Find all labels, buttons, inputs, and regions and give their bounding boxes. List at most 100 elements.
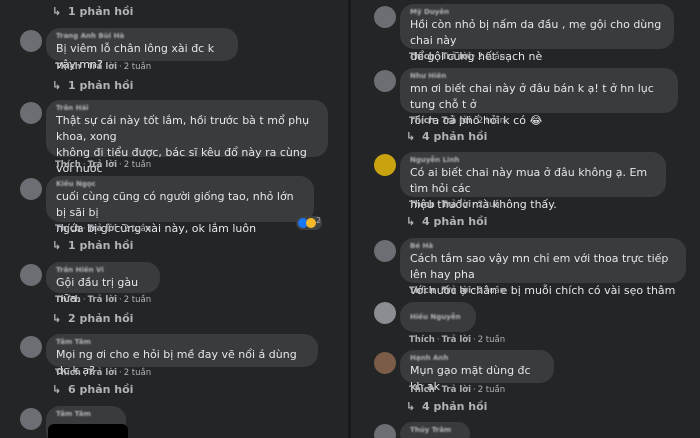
comment-actions: Thích · Trả lời · 2 tuần <box>55 62 152 72</box>
reply-button[interactable]: Trả lời <box>442 335 471 345</box>
comment-actions: Thích · Trả lời · 2 tuần <box>409 116 506 126</box>
replies-label: 4 phản hồi <box>422 400 488 413</box>
comment-time[interactable]: 2 tuần <box>124 368 151 378</box>
commenter-name[interactable]: Mỹ Duyên <box>410 8 664 17</box>
avatar[interactable] <box>374 302 396 324</box>
reaction-summary[interactable]: 2 <box>296 216 322 230</box>
comment-actions: Thích · Trả lời · 2 tuần <box>409 200 506 210</box>
like-button[interactable]: Thích <box>409 116 435 126</box>
reply-arrow-icon: ↳ <box>52 239 62 252</box>
comment-bubble: Kiều Ngọc cuối cùng cũng có người giống … <box>46 176 314 235</box>
comment-time[interactable]: 2 tuần <box>478 385 505 395</box>
view-replies-link[interactable]: ↳ 6 phản hồi <box>52 383 133 396</box>
comment-actions: Thích · Trả lời · 2 tuần <box>55 160 152 170</box>
comment-time[interactable]: 2 tuần <box>478 116 505 126</box>
avatar[interactable] <box>20 30 42 52</box>
like-button[interactable]: Thích <box>55 62 81 72</box>
avatar[interactable] <box>20 408 42 430</box>
comment-actions: Thích · Trả lời · 2 tuần <box>409 335 506 345</box>
commenter-name[interactable]: Tâm Tâm <box>56 338 308 347</box>
reply-arrow-icon: ↳ <box>406 400 416 413</box>
reply-button[interactable]: Trả lời <box>442 200 471 210</box>
reply-button[interactable]: Trả lời <box>442 52 471 62</box>
comment-time[interactable]: 2 tuần <box>124 160 151 170</box>
avatar[interactable] <box>374 6 396 28</box>
comment-bubble: Mỹ Duyên Hồi còn nhỏ bị nấm da đầu , mẹ … <box>400 4 674 63</box>
reply-button[interactable]: Trả lời <box>88 160 117 170</box>
attached-image[interactable] <box>48 424 128 438</box>
comment-actions: Thích · Trả lời · 2 tuần <box>55 224 152 234</box>
reply-button[interactable]: Trả lời <box>88 62 117 72</box>
commenter-name[interactable]: Tâm Tâm <box>56 410 116 419</box>
commenter-name[interactable]: Nguyễn Linh <box>410 156 656 165</box>
like-button[interactable]: Thích <box>55 160 81 170</box>
view-replies-link[interactable]: ↳ 4 phản hồi <box>406 400 487 413</box>
like-button[interactable]: Thích <box>55 368 81 378</box>
avatar[interactable] <box>20 336 42 358</box>
reply-button[interactable]: Trả lời <box>442 116 471 126</box>
reply-arrow-icon: ↳ <box>52 5 62 18</box>
view-replies-link[interactable]: ↳ 2 phản hồi <box>52 312 133 325</box>
reply-arrow-icon: ↳ <box>52 312 62 325</box>
reply-button[interactable]: Trả lời <box>88 295 117 305</box>
like-button[interactable]: Thích <box>55 295 81 305</box>
commenter-name[interactable]: Bé Hà <box>410 242 676 251</box>
commenter-name[interactable]: Hạnh Anh <box>410 354 544 363</box>
commenter-name[interactable]: Trần Hải <box>56 104 318 113</box>
view-replies-link[interactable]: ↳ 4 phản hồi <box>406 130 487 143</box>
comment-bubble: Thúy Trâm <box>400 422 470 438</box>
like-button[interactable]: Thích <box>409 335 435 345</box>
commenter-name[interactable]: Trần Hiền Vi <box>56 266 150 275</box>
comment-time[interactable]: 2 tuần <box>478 286 505 296</box>
reply-button[interactable]: Trả lời <box>442 385 471 395</box>
avatar[interactable] <box>374 352 396 374</box>
panel-divider <box>348 0 351 438</box>
commenter-name[interactable]: Hiếu Nguyễn <box>410 313 466 322</box>
comment-bubble: Trần Hải Thật sự cái này tốt lắm, hồi tr… <box>46 100 328 191</box>
comment-time[interactable]: 2 tuần <box>478 335 505 345</box>
avatar[interactable] <box>374 240 396 262</box>
reaction-count: 2 <box>316 216 322 225</box>
like-button[interactable]: Thích <box>409 385 435 395</box>
comment-actions: Thích · Trả lời · 2 tuần <box>55 368 152 378</box>
commenter-name[interactable]: Trang Anh Bùi Hà <box>56 32 228 41</box>
avatar[interactable] <box>20 178 42 200</box>
reply-button[interactable]: Trả lời <box>88 368 117 378</box>
view-replies-link[interactable]: ↳ 1 phản hồi <box>52 239 133 252</box>
view-replies-link[interactable]: ↳ 1 phản hồi <box>52 5 133 18</box>
like-button[interactable]: Thích <box>409 286 435 296</box>
commenter-name[interactable]: Như Hiền <box>410 72 668 81</box>
comment-actions: Thích · Trả lời · 2 tuần <box>409 385 506 395</box>
laughing-emoji: 😂 <box>529 114 543 127</box>
replies-label: 2 phản hồi <box>68 312 134 325</box>
avatar[interactable] <box>20 102 42 124</box>
avatar[interactable] <box>374 154 396 176</box>
reply-arrow-icon: ↳ <box>52 383 62 396</box>
comment-time[interactable]: 2 tuần <box>478 200 505 210</box>
commenter-name[interactable]: Kiều Ngọc <box>56 180 304 189</box>
like-button[interactable]: Thích <box>55 224 81 234</box>
comment-time[interactable]: 2 tuần <box>478 52 505 62</box>
comment-time[interactable]: 2 tuần <box>124 62 151 72</box>
reply-button[interactable]: Trả lời <box>442 286 471 296</box>
replies-label: 1 phản hồi <box>68 79 134 92</box>
like-button[interactable]: Thích <box>409 52 435 62</box>
reply-arrow-icon: ↳ <box>52 79 62 92</box>
reply-button[interactable]: Trả lời <box>88 224 117 234</box>
commenter-name[interactable]: Thúy Trâm <box>410 426 460 435</box>
comment-time[interactable]: 2 tuần <box>124 295 151 305</box>
replies-label: 1 phản hồi <box>68 5 134 18</box>
view-replies-link[interactable]: ↳ 1 phản hồi <box>52 79 133 92</box>
replies-label: 6 phản hồi <box>68 383 134 396</box>
comment-bubble: Bé Hà Cách tắm sao vậy mn chỉ em với tho… <box>400 238 686 297</box>
avatar[interactable] <box>374 70 396 92</box>
like-button[interactable]: Thích <box>409 200 435 210</box>
haha-reaction-icon <box>306 218 316 228</box>
comment-bubble: Tâm Tâm Mọi ng ơi cho e hỏi bị mề đay vẽ… <box>46 334 318 377</box>
comment-bubble: Nguyễn Linh Có ai biết chai này mua ở đâ… <box>400 152 666 211</box>
avatar[interactable] <box>20 264 42 286</box>
comment-time[interactable]: 2 tuần <box>124 224 151 234</box>
comment-bubble: Như Hiền mn ơi biết chai này ở đâu bán k… <box>400 68 678 127</box>
view-replies-link[interactable]: ↳ 4 phản hồi <box>406 215 487 228</box>
comment-actions: Thích · Trả lời · 2 tuần <box>55 295 152 305</box>
